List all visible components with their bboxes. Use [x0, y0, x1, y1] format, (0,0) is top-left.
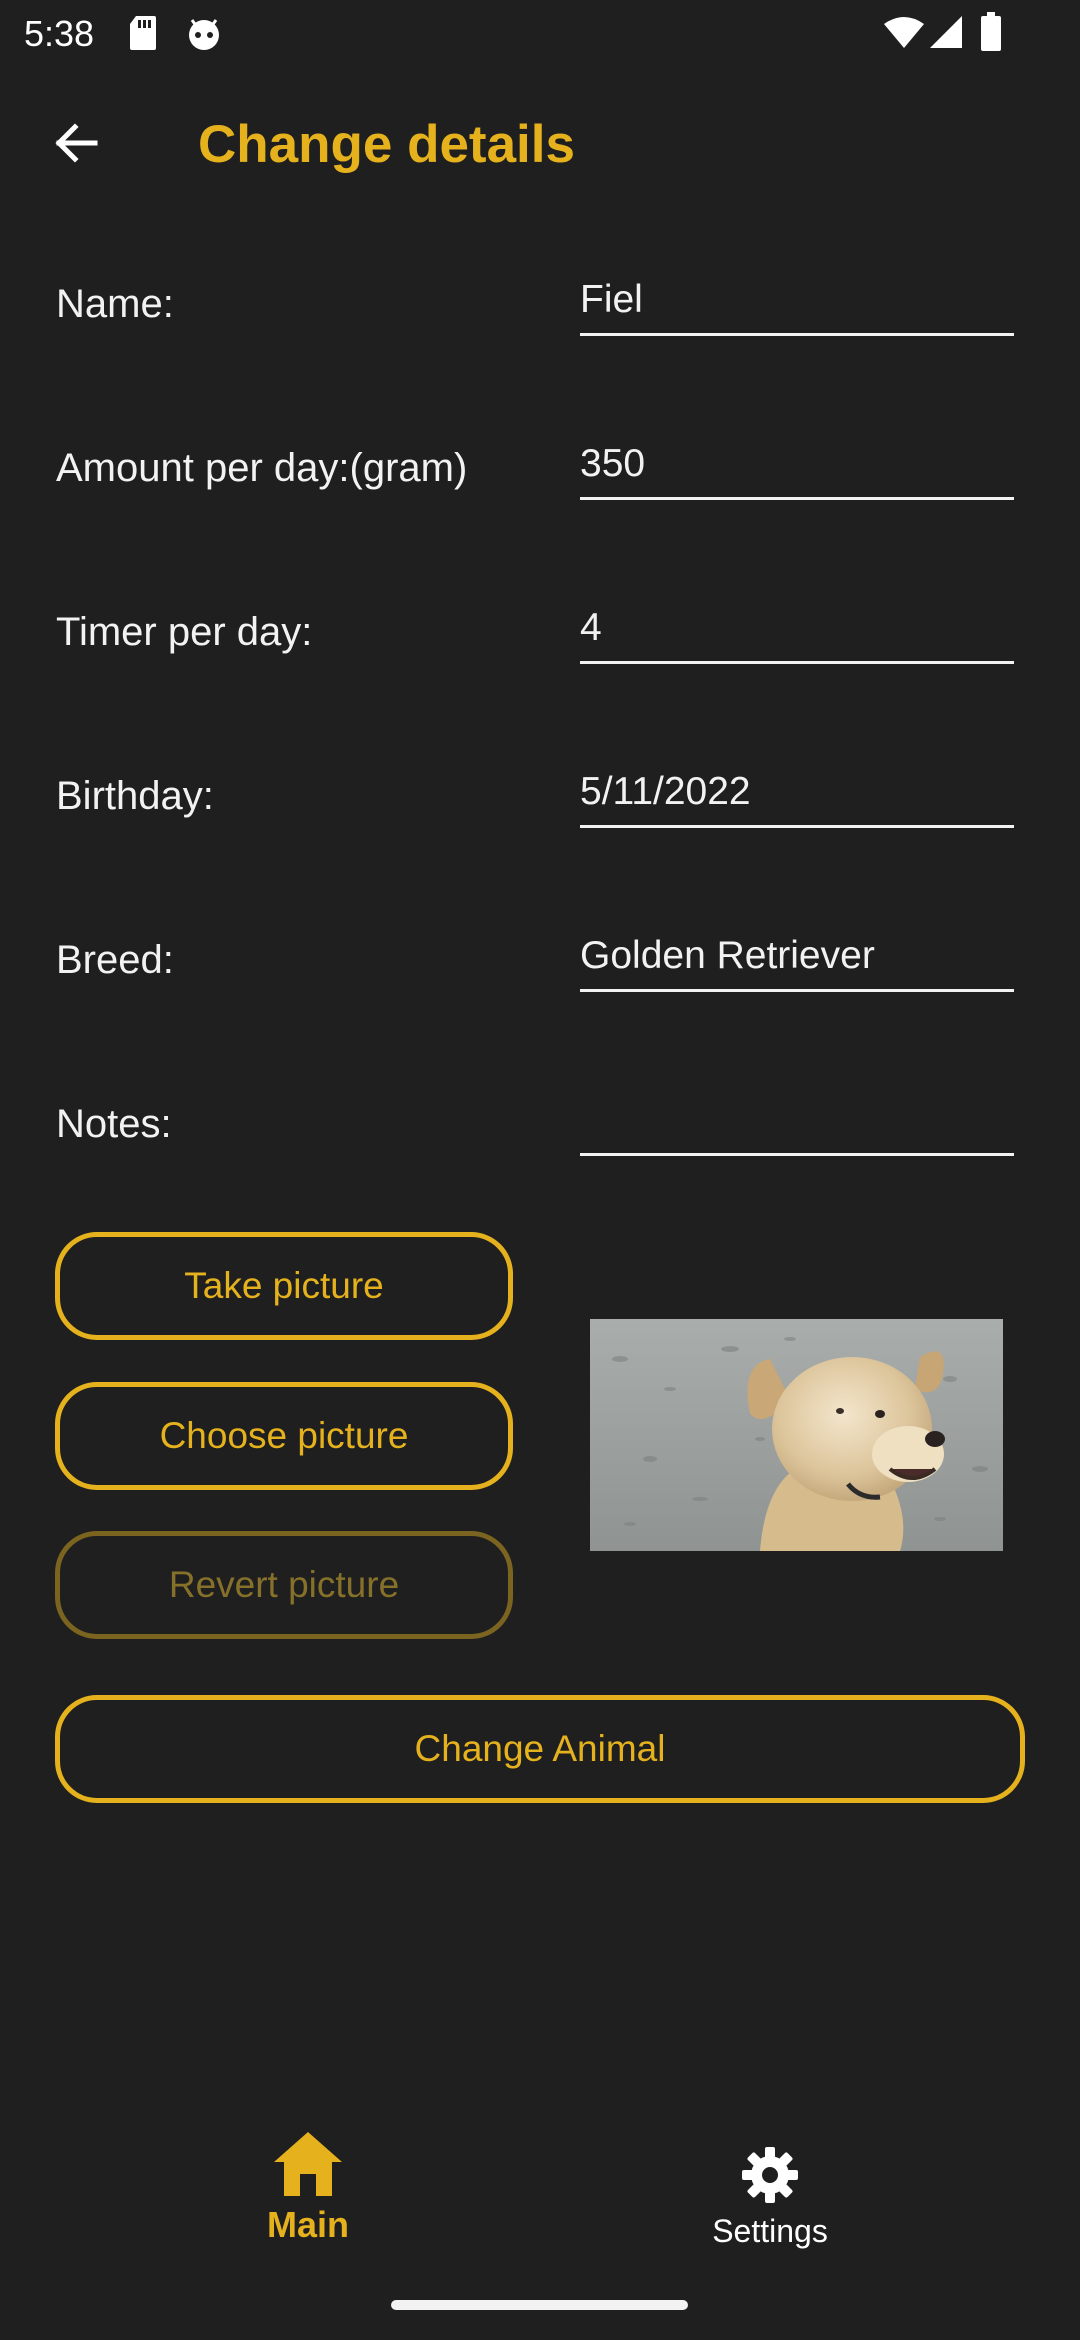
amount-per-day-label: Amount per day:(gram): [56, 446, 468, 490]
take-picture-button[interactable]: Take picture: [55, 1232, 513, 1340]
notes-label: Notes:: [56, 1102, 172, 1146]
amount-per-day-input[interactable]: [580, 430, 1014, 500]
back-button[interactable]: [30, 100, 120, 190]
status-time: 5:38: [24, 13, 95, 54]
wifi-icon: [884, 16, 924, 55]
choose-picture-button[interactable]: Choose picture: [55, 1382, 513, 1490]
gesture-bar[interactable]: [391, 2300, 688, 2310]
birthday-input[interactable]: [580, 758, 1014, 828]
pet-photo: [590, 1319, 1003, 1551]
change-animal-button[interactable]: Change Animal: [55, 1695, 1025, 1803]
nav-settings[interactable]: Settings: [680, 2146, 860, 2251]
arrow-back-icon: [51, 119, 99, 172]
timer-per-day-label: Timer per day:: [56, 610, 313, 654]
revert-picture-button[interactable]: Revert picture: [55, 1531, 513, 1639]
home-icon: [270, 2130, 346, 2203]
name-label: Name:: [56, 282, 174, 326]
name-input[interactable]: [580, 266, 1014, 336]
birthday-label: Birthday:: [56, 774, 214, 818]
sd-card-icon: [128, 14, 158, 57]
gear-icon: [741, 2146, 799, 2209]
page-title: Change details: [198, 115, 575, 174]
android-face-icon: [184, 14, 224, 57]
breed-input[interactable]: [580, 922, 1014, 992]
battery-icon: [980, 12, 1002, 57]
nav-main-label: Main: [266, 2204, 349, 2245]
nav-main[interactable]: Main: [228, 2130, 388, 2245]
breed-label: Breed:: [56, 938, 174, 982]
nav-settings-label: Settings: [712, 2213, 828, 2249]
timer-per-day-input[interactable]: [580, 594, 1014, 664]
notes-input[interactable]: [580, 1086, 1014, 1156]
cellular-signal-icon: [928, 14, 964, 55]
